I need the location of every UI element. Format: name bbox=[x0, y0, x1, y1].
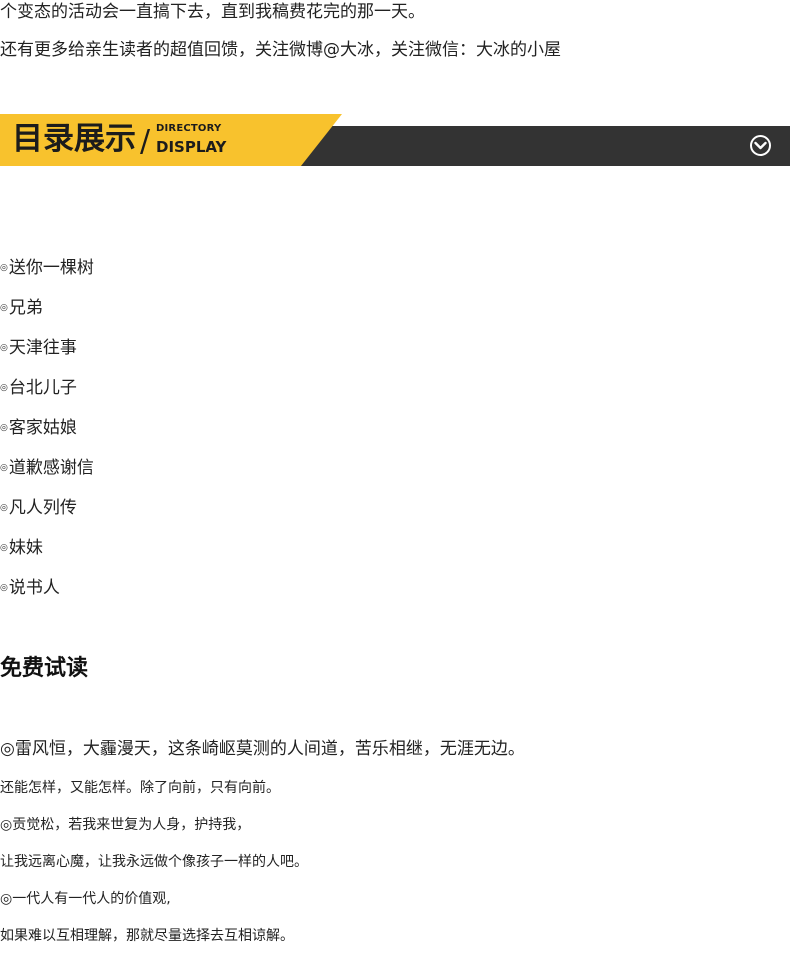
banner-title: 目录展示 bbox=[12, 121, 136, 157]
chevron-down-circle-icon[interactable] bbox=[749, 134, 772, 157]
directory-item-label: 道歉感谢信 bbox=[8, 458, 94, 478]
bullet-icon: ◎ bbox=[0, 583, 8, 593]
directory-item-label: 说书人 bbox=[8, 578, 60, 598]
bullet-icon: ◎ bbox=[0, 263, 8, 273]
directory-item: ◎台北儿子 bbox=[0, 376, 77, 400]
directory-item-label: 凡人列传 bbox=[8, 498, 77, 518]
bullet-icon: ◎ bbox=[0, 503, 8, 513]
directory-item-label: 客家姑娘 bbox=[8, 418, 77, 438]
directory-item: ◎妹妹 bbox=[0, 536, 43, 560]
directory-banner: 目录展示 / DIRECTORY DISPLAY bbox=[0, 114, 790, 166]
directory-item-label: 台北儿子 bbox=[8, 378, 77, 398]
bullet-icon: ◎ bbox=[0, 423, 8, 433]
trial-paragraph: ◎一代人有一代人的价值观, bbox=[0, 891, 171, 907]
banner-slash: / bbox=[140, 124, 151, 159]
directory-item: ◎兄弟 bbox=[0, 296, 43, 320]
bullet-icon: ◎ bbox=[0, 383, 8, 393]
banner-subtitle-small: DIRECTORY bbox=[156, 123, 222, 134]
intro-line-1: 个变态的活动会一直搞下去，直到我稿费花完的那一天。 bbox=[0, 2, 425, 22]
directory-item: ◎说书人 bbox=[0, 576, 60, 600]
directory-item: ◎客家姑娘 bbox=[0, 416, 77, 440]
bullet-icon: ◎ bbox=[0, 543, 8, 553]
bullet-icon: ◎ bbox=[0, 343, 8, 353]
trial-paragraph: 如果难以互相理解，那就尽量选择去互相谅解。 bbox=[0, 928, 294, 944]
directory-item: ◎天津往事 bbox=[0, 336, 77, 360]
directory-item: ◎凡人列传 bbox=[0, 496, 77, 520]
directory-item-label: 兄弟 bbox=[8, 298, 43, 318]
trial-paragraph: 让我远离心魔，让我永远做个像孩子一样的人吧。 bbox=[0, 854, 308, 870]
banner-subtitle-big: DISPLAY bbox=[156, 138, 227, 156]
trial-paragraph: ◎雷风恒，大霾漫天，这条崎岖莫测的人间道，苦乐相继，无涯无边。 bbox=[0, 739, 525, 759]
intro-line-2: 还有更多给亲生读者的超值回馈，关注微博@大冰，关注微信：大冰的小屋 bbox=[0, 40, 561, 60]
directory-item-label: 妹妹 bbox=[8, 538, 43, 558]
trial-paragraph: 还能怎样，又能怎样。除了向前，只有向前。 bbox=[0, 780, 280, 796]
directory-item: ◎道歉感谢信 bbox=[0, 456, 94, 480]
trial-section-title: 免费试读 bbox=[0, 656, 89, 681]
trial-paragraph: ◎贡觉松，若我来世复为人身，护持我， bbox=[0, 817, 251, 833]
directory-item: ◎送你一棵树 bbox=[0, 256, 94, 280]
directory-item-label: 天津往事 bbox=[8, 338, 77, 358]
bullet-icon: ◎ bbox=[0, 303, 8, 313]
directory-item-label: 送你一棵树 bbox=[8, 258, 94, 278]
bullet-icon: ◎ bbox=[0, 463, 8, 473]
